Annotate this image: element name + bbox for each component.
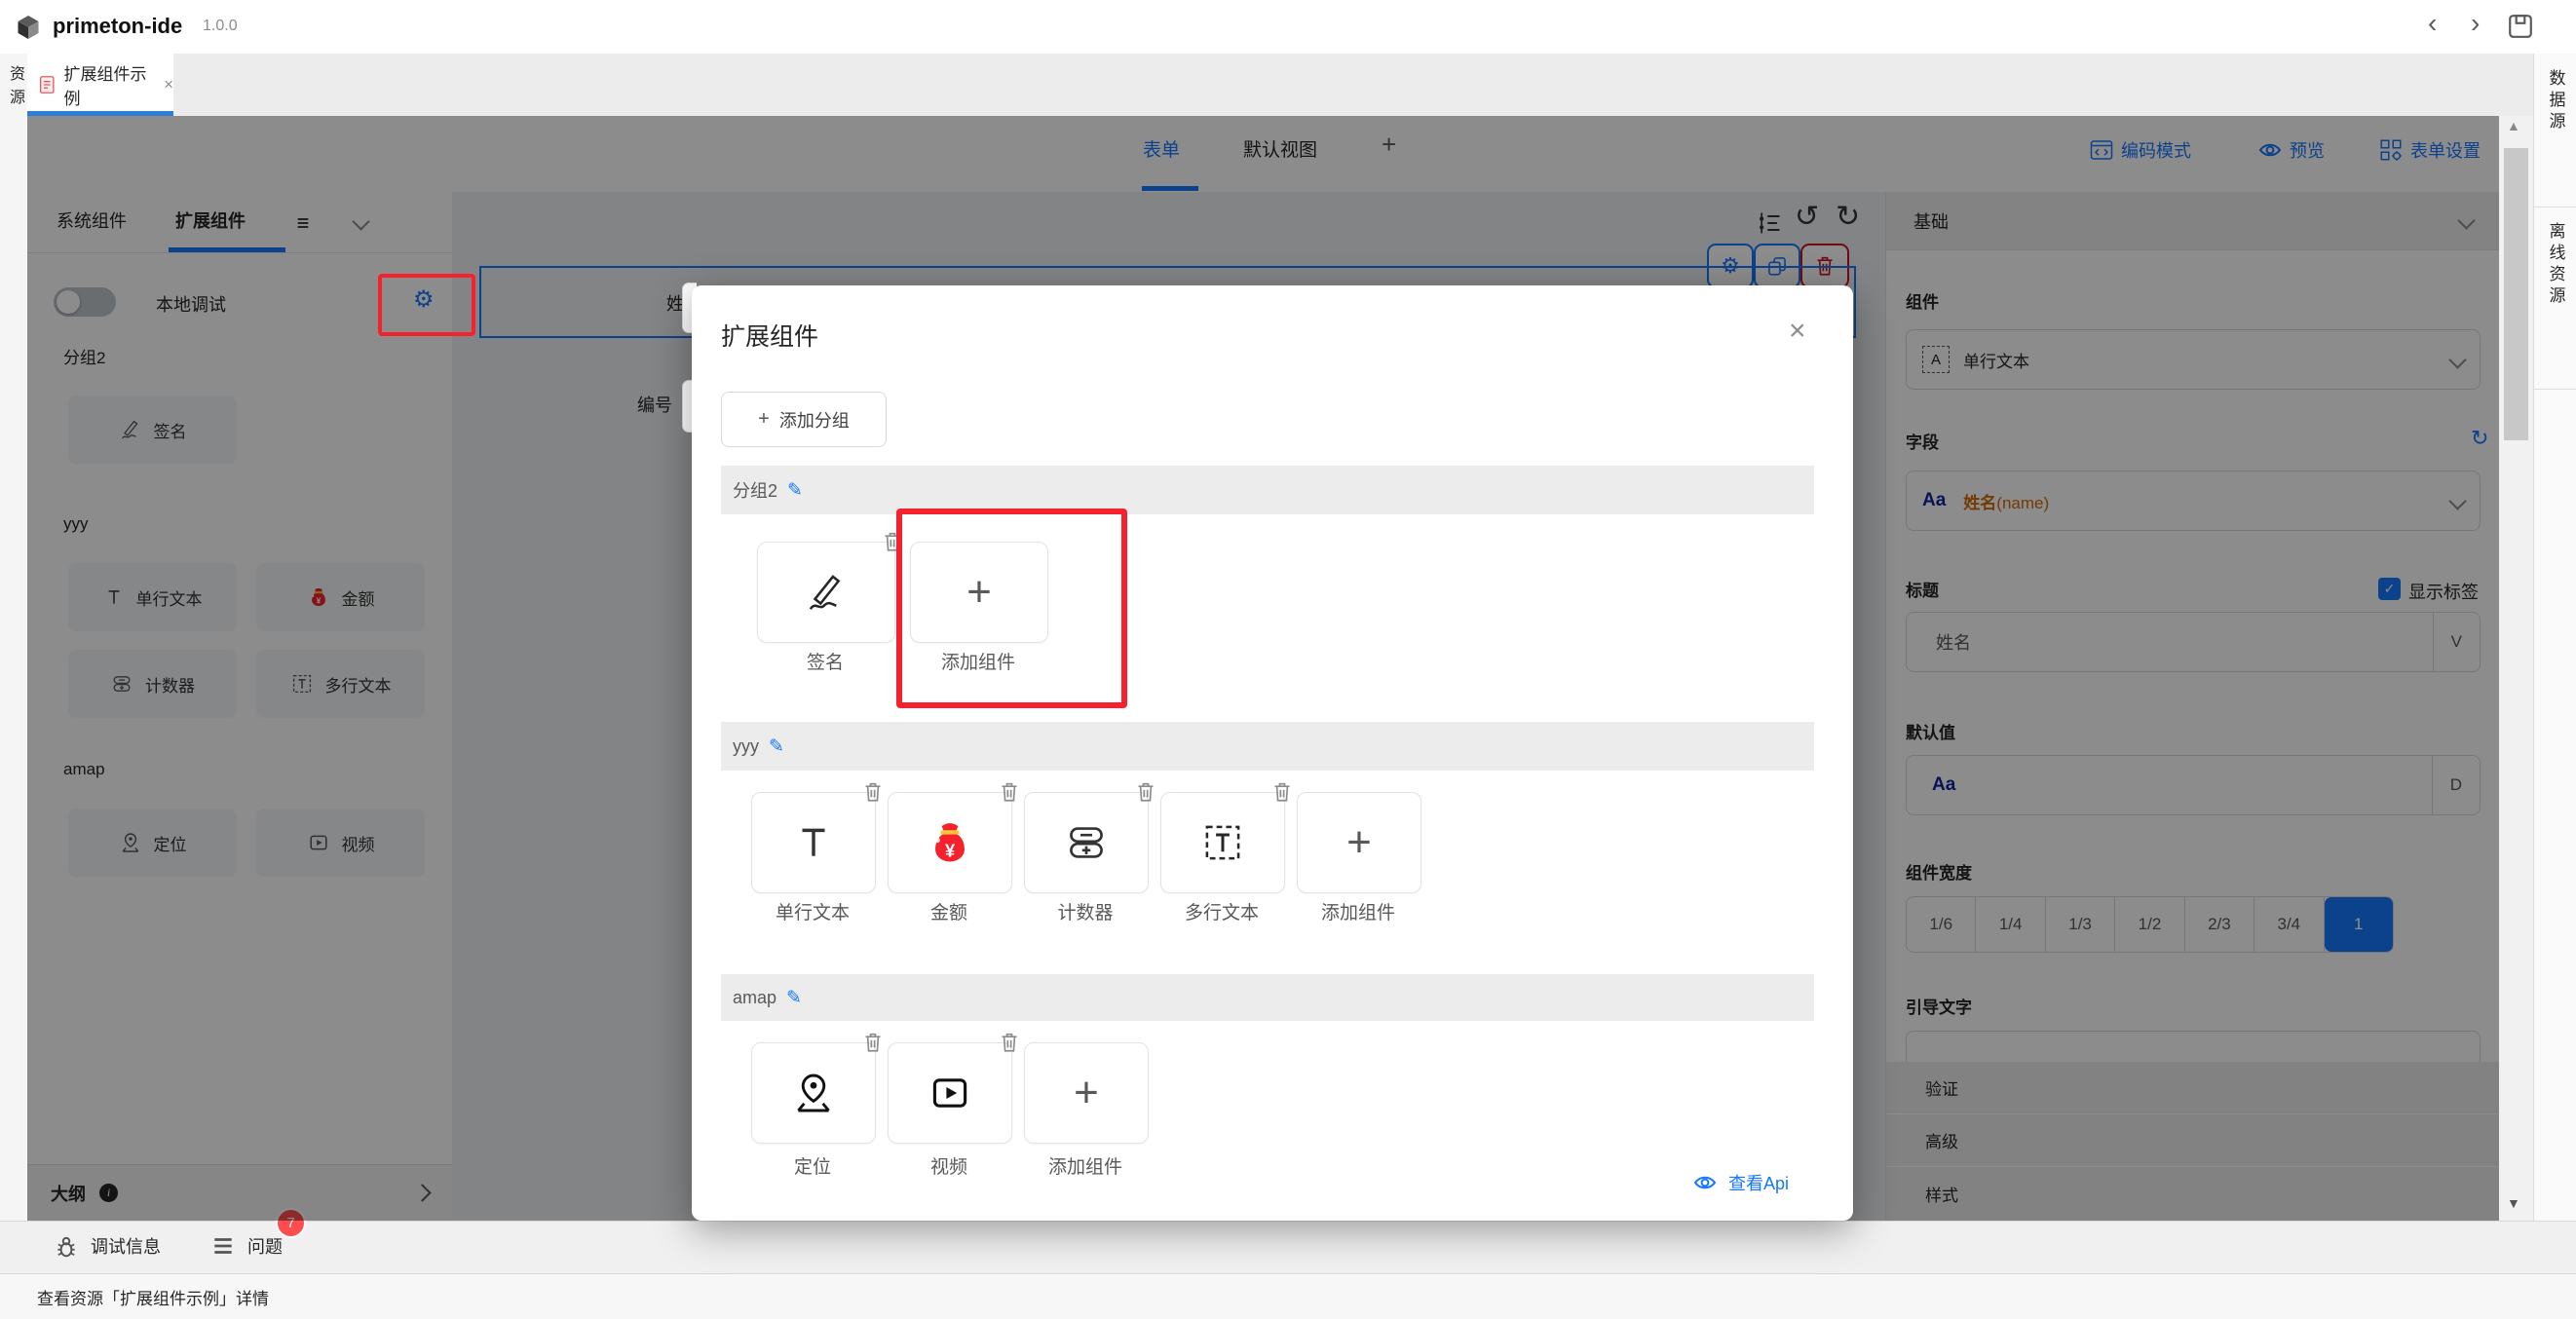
right-strip: 数据源 离线资源	[2533, 54, 2576, 1221]
modal-group-name: 分组2	[733, 477, 777, 503]
add-group-button[interactable]: + 添加分组	[721, 392, 887, 447]
modal-title: 扩展组件	[721, 318, 818, 353]
left-strip: 资源	[0, 54, 28, 1221]
modal-tile-label: 多行文本	[1160, 898, 1283, 924]
scrollbar-thumb[interactable]	[2504, 148, 2528, 440]
modal-tile-textarea[interactable]	[1160, 792, 1285, 893]
extension-components-modal: 扩展组件 × + 添加分组 分组2 ✎ 签名 + 添加组件 yyy ✎ 单行文本	[692, 285, 1853, 1221]
annotation-box-gear	[378, 274, 475, 336]
plus-icon: +	[1346, 821, 1372, 864]
tab-bar: 扩展组件示例 ×	[27, 54, 2576, 117]
modal-tile-video[interactable]	[888, 1042, 1012, 1144]
video-icon	[927, 1070, 973, 1116]
view-api-link[interactable]: 查看Api	[1693, 1170, 1789, 1195]
modal-tile-label: 定位	[751, 1152, 874, 1179]
list-icon	[210, 1233, 236, 1259]
location-pin-icon	[790, 1070, 837, 1116]
multi-line-text-icon	[1200, 820, 1245, 865]
modal-tile-signature[interactable]	[757, 542, 895, 643]
modal-group-header: yyy ✎	[721, 722, 1814, 771]
delete-tile-icon[interactable]	[863, 1032, 883, 1058]
delete-tile-icon[interactable]	[1136, 781, 1155, 808]
scroll-up-icon[interactable]: ▲	[2507, 118, 2520, 133]
app-version: 1.0.0	[203, 18, 238, 35]
problems-label: 问题	[247, 1233, 283, 1259]
sidebar-item-resources[interactable]: 资源	[3, 65, 26, 112]
modal-add-component-tile[interactable]: +	[1297, 792, 1421, 893]
modal-tile-label: 计数器	[1024, 898, 1147, 924]
save-icon[interactable]	[2507, 13, 2534, 40]
modal-tile-money[interactable]	[888, 792, 1012, 893]
debug-info-button[interactable]: 调试信息	[54, 1233, 161, 1259]
tab-extension-example[interactable]: 扩展组件示例 ×	[27, 54, 173, 116]
tab-close-icon[interactable]: ×	[164, 75, 173, 94]
plus-icon: +	[1074, 1072, 1099, 1114]
plus-icon: +	[758, 408, 770, 431]
debug-bar: 调试信息 问题 7	[0, 1221, 2576, 1274]
add-group-label: 添加分组	[779, 407, 850, 433]
app-window: ¥ primeton-ide 1.0.0 ‹ › 资源 扩展组件示例 ×	[0, 0, 2576, 1319]
debug-info-label: 调试信息	[91, 1233, 161, 1259]
sidebar-item-offline-resources[interactable]: 离线资源	[2534, 208, 2576, 390]
edit-icon[interactable]: ✎	[769, 735, 784, 758]
modal-tile-location[interactable]	[751, 1042, 876, 1144]
modal-add-component-tile[interactable]: +	[1024, 1042, 1149, 1144]
signature-icon	[804, 570, 849, 615]
tab-label: 扩展组件示例	[64, 60, 156, 109]
delete-tile-icon[interactable]	[1272, 781, 1292, 808]
modal-group-name: yyy	[733, 736, 759, 757]
modal-add-component-label: 添加组件	[1024, 1152, 1147, 1179]
edit-icon[interactable]: ✎	[786, 987, 802, 1009]
delete-tile-icon[interactable]	[1000, 1032, 1019, 1058]
view-api-label: 查看Api	[1728, 1170, 1789, 1195]
status-text: 查看资源「扩展组件示例」详情	[37, 1285, 269, 1309]
nav-forward-icon[interactable]: ›	[2471, 8, 2480, 39]
modal-tile-text[interactable]	[751, 792, 876, 893]
money-bag-icon	[925, 817, 975, 868]
counter-icon	[1063, 819, 1110, 866]
modal-tile-label: 视频	[888, 1152, 1010, 1179]
edit-icon[interactable]: ✎	[787, 479, 803, 502]
offline-resources-label: 离线资源	[2544, 222, 2568, 389]
document-icon	[39, 74, 56, 95]
modal-tile-counter[interactable]	[1024, 792, 1149, 893]
bug-icon	[54, 1233, 79, 1259]
modal-tile-label: 单行文本	[751, 898, 874, 924]
modal-tile-label: 金额	[888, 898, 1010, 924]
scroll-down-icon[interactable]: ▼	[2507, 1195, 2520, 1211]
top-bar: primeton-ide 1.0.0 ‹ ›	[0, 0, 2576, 55]
status-bar: 查看资源「扩展组件示例」详情	[0, 1273, 2576, 1319]
modal-group-name: amap	[733, 988, 777, 1008]
single-line-text-icon	[791, 820, 836, 865]
nav-back-icon[interactable]: ‹	[2428, 8, 2437, 39]
sidebar-item-datasource[interactable]: 数据源	[2534, 54, 2576, 207]
delete-tile-icon[interactable]	[1000, 781, 1019, 808]
modal-tile-label: 签名	[757, 648, 893, 674]
modal-add-component-label: 添加组件	[1297, 898, 1420, 924]
annotation-box-add-component	[896, 509, 1127, 708]
datasource-label: 数据源	[2544, 69, 2568, 207]
modal-close-icon[interactable]: ×	[1789, 315, 1806, 348]
scrollbar[interactable]: ▲ ▼	[2499, 116, 2533, 1221]
delete-tile-icon[interactable]	[863, 781, 883, 808]
app-title: primeton-ide	[53, 14, 182, 39]
app-logo-icon	[14, 13, 43, 42]
eye-icon	[1693, 1173, 1717, 1192]
modal-group-header: 分组2 ✎	[721, 466, 1814, 514]
problems-button[interactable]: 问题	[210, 1233, 283, 1259]
modal-group-header: amap ✎	[721, 974, 1814, 1021]
